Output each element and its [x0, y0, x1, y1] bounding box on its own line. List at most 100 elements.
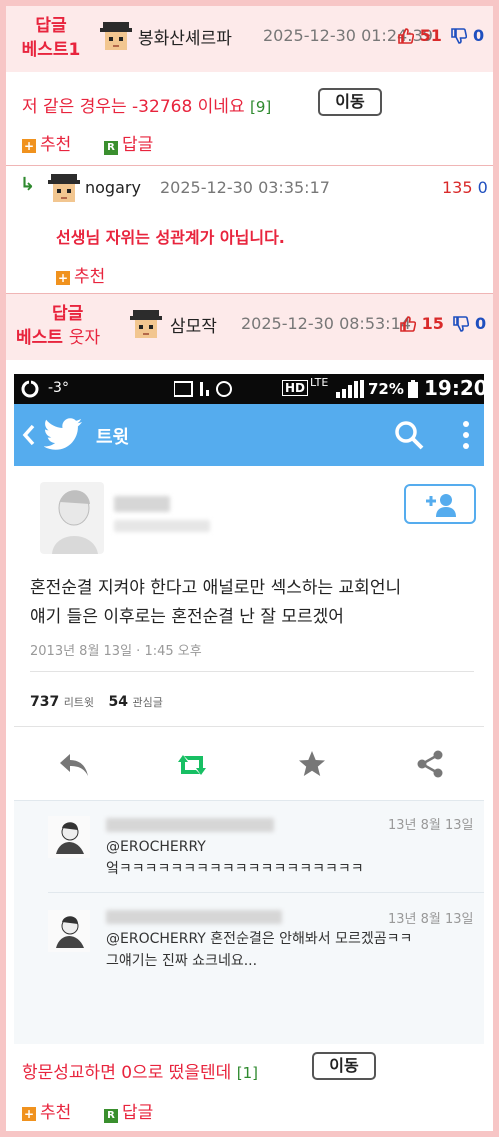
favorites-label: 관심글	[132, 696, 163, 709]
divider	[14, 726, 484, 727]
upvote-count: 51	[419, 26, 442, 45]
phone-status-bar: -3° HD LTE 72% 19:20	[14, 374, 484, 404]
reply-body: @EROCHERRY 엌ㅋㅋㅋㅋㅋㅋㅋㅋㅋㅋㅋㅋㅋㅋㅋㅋㅋㅋㅋ	[106, 836, 364, 880]
divider	[30, 671, 474, 672]
reply-text-line2: 그얘기는 진짜 쇼크네요...	[106, 953, 258, 969]
author-name[interactable]: 삼모작	[170, 312, 217, 337]
recommend-button[interactable]: + 추천	[22, 130, 71, 155]
status-lte: LTE	[310, 376, 329, 389]
app-title: 트윗	[96, 427, 130, 448]
reply-avatar[interactable]	[48, 910, 90, 952]
best-label: 답글 베스트 웃자	[16, 302, 126, 350]
thumbs-down-icon[interactable]	[451, 28, 468, 44]
plus-icon: +	[56, 271, 70, 285]
battery-percent: 72%	[368, 380, 404, 398]
author-name[interactable]: nogary	[85, 178, 141, 197]
tweet-text-line2: 얘기 들은 이후로는 혼전순결 난 잘 모르겠어	[30, 607, 344, 627]
reply-label: 답글	[122, 135, 154, 155]
tweet-author-avatar[interactable]	[40, 482, 104, 554]
reply-icon[interactable]	[58, 752, 90, 778]
category-tag[interactable]: 웃자	[69, 328, 100, 348]
reply-date: 13년 8월 13일	[388, 818, 474, 833]
author-photo-icon	[52, 490, 98, 554]
reply-icon: R	[104, 141, 118, 155]
status-time: 19:20	[424, 376, 484, 400]
twitter-app-bar: 트윗	[14, 404, 484, 466]
comment-text: 항문성교하면 0으로 떴을텐데 [1]	[22, 1058, 258, 1083]
comment-datetime: 2025-12-30 08:53:14	[241, 314, 411, 333]
tweet-stats: 737 리트윗 54 관심글	[30, 694, 163, 710]
status-hd: HD	[282, 380, 309, 396]
reply-button[interactable]: R 답글	[104, 130, 153, 155]
best-comment-header: 답글 베스트1 봉화산셰르파 2025-12-30 01:24:39 51 0	[6, 6, 493, 72]
avatar[interactable]	[100, 22, 132, 52]
thumbs-down-icon[interactable]	[453, 316, 470, 332]
tweet-body: 혼전순결 지켜야 한다고 애널로만 섹스하는 교회언니 얘기 들은 이후로는 혼…	[30, 574, 401, 632]
comment-list: 답글 베스트1 봉화산셰르파 2025-12-30 01:24:39 51 0 …	[6, 6, 493, 1131]
reply-body: @EROCHERRY 혼전순결은 안해봐서 모르겠곰ㅋㅋ 그얘기는 진짜 쇼크네…	[106, 928, 412, 972]
comment-body: 저 같은 경우는 -32768 이네요	[22, 97, 245, 117]
reply-label: 답글	[122, 1103, 154, 1123]
tweet-text-line1: 혼전순결 지켜야 한다고 애널로만 섹스하는 교회언니	[30, 578, 402, 598]
follow-button[interactable]	[404, 484, 476, 524]
thumbs-up-icon[interactable]	[398, 28, 414, 44]
plus-icon: +	[22, 1107, 36, 1121]
best-label: 답글 베스트1	[6, 14, 96, 62]
comment-datetime: 2025-12-30 03:35:17	[160, 178, 330, 197]
blurred-username	[114, 496, 170, 512]
thumbs-up-icon[interactable]	[400, 316, 416, 332]
more-options-icon[interactable]	[462, 420, 470, 450]
recommend-button[interactable]: + 추천	[56, 262, 105, 287]
reply-button[interactable]: R 답글	[104, 1098, 153, 1123]
best-label-line2: 베스트1	[21, 40, 81, 60]
upvote-count: 15	[421, 314, 444, 333]
tweet-date: 2013년 8월 13일 · 1:45 오후	[30, 644, 202, 659]
search-icon[interactable]	[394, 420, 424, 450]
twitter-bird-icon	[44, 418, 82, 450]
blurred-reply-name	[106, 818, 274, 832]
comment-body: 항문성교하면 0으로 떴을텐데	[22, 1063, 232, 1083]
vote-counts: 135 0	[442, 178, 488, 197]
status-app-icon	[21, 380, 39, 398]
status-icons	[174, 381, 232, 397]
avatar[interactable]	[130, 310, 162, 340]
reply-text: 엌ㅋㅋㅋㅋㅋㅋㅋㅋㅋㅋㅋㅋㅋㅋㅋㅋㅋㅋㅋ	[106, 861, 364, 877]
reply-mention[interactable]: @EROCHERRY	[106, 836, 364, 858]
comment-text: 저 같은 경우는 -32768 이네요 [9]	[22, 92, 271, 117]
reply-icon: R	[104, 1109, 118, 1123]
downvote-count: 0	[477, 178, 488, 197]
reply-text-line1: @EROCHERRY 혼전순결은 안해봐서 모르겠곰ㅋㅋ	[106, 931, 413, 947]
avatar[interactable]	[48, 174, 80, 204]
vote-counts: 51 0	[398, 26, 484, 45]
divider	[48, 892, 484, 893]
back-icon[interactable]	[22, 424, 36, 446]
divider	[14, 800, 484, 801]
recommend-button[interactable]: + 추천	[22, 1098, 71, 1123]
reply-count: [1]	[236, 1064, 258, 1082]
move-button[interactable]: 이동	[312, 1052, 376, 1080]
recommend-label: 추천	[74, 267, 106, 287]
recommend-label: 추천	[40, 1103, 72, 1123]
add-user-icon	[426, 494, 456, 517]
best-label-line2: 베스트	[16, 328, 63, 348]
blurred-reply-name	[106, 910, 282, 924]
best-comment-header: 답글 베스트 웃자 삼모작 2025-12-30 08:53:14 15 0	[6, 294, 493, 360]
move-button[interactable]: 이동	[318, 88, 382, 116]
divider	[6, 165, 493, 166]
retweets-count: 737	[30, 694, 60, 710]
plus-icon: +	[22, 139, 36, 153]
favorite-star-icon[interactable]	[298, 750, 326, 778]
battery-icon	[408, 380, 418, 398]
reply-avatar[interactable]	[48, 816, 90, 858]
embedded-screenshot: -3° HD LTE 72% 19:20 트윗 혼전순결 지켜야 한다고 애널로…	[14, 374, 484, 1044]
upvote-count: 135	[442, 178, 473, 197]
blurred-handle	[114, 520, 210, 532]
reply-date: 13년 8월 13일	[388, 912, 474, 927]
share-icon[interactable]	[416, 750, 444, 778]
reply-arrow-icon: ↳	[20, 174, 36, 195]
author-name[interactable]: 봉화산셰르파	[138, 24, 232, 49]
retweets-label: 리트윗	[63, 696, 95, 709]
recommend-label: 추천	[40, 135, 72, 155]
signal-bars-icon	[336, 380, 364, 398]
retweet-icon[interactable]	[174, 752, 210, 778]
